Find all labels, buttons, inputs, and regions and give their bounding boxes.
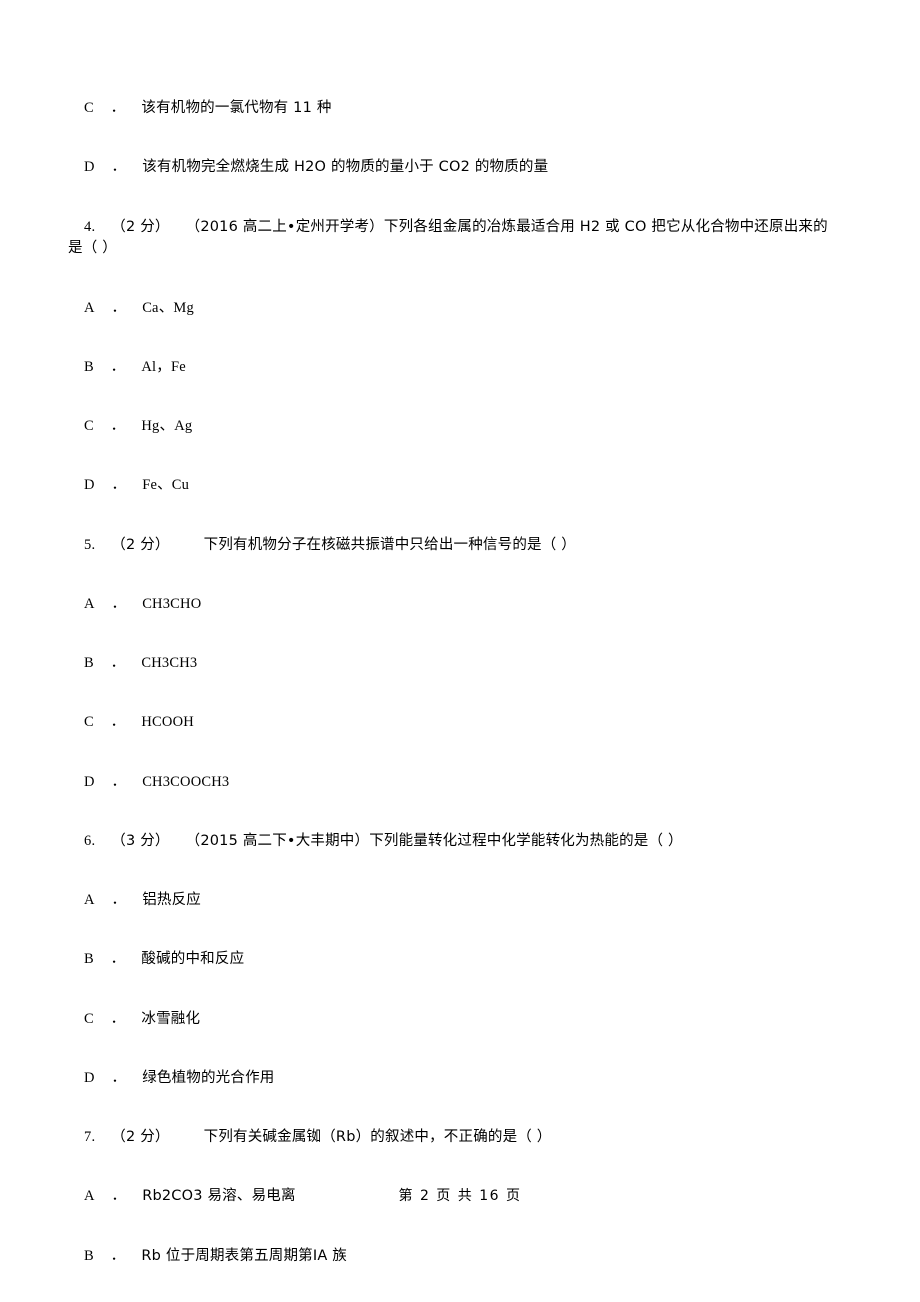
option-letter: C [84,1010,95,1027]
question-score: （2 分） [111,1129,170,1145]
option-item: C ．该有机物的一氯代物有 11 种 [84,100,332,116]
question-score: （2 分） [111,536,170,553]
option-text: HCOOH [141,714,194,731]
question-text: 下列有机物分子在核磁共振谱中只给出一种信号的是（ ） [203,536,576,553]
question-text: 下列有关碱金属铷（Rb）的叙述中，不正确的是（ ） [203,1129,552,1145]
question-number: 5. [84,536,96,553]
option-text: 酸碱的中和反应 [141,951,245,968]
document-body: C ．该有机物的一氯代物有 11 种 D ．该有机物完全燃烧生成 H2O 的物质的量… [68,98,874,1267]
option-letter: D [84,159,96,176]
option-item: C ． HCOOH [84,714,194,731]
question-text: 下列各组金属的冶炼最适合用 H2 或 CO 把它从化合物中还原出来的 [383,218,828,235]
question-text-cont: 是（ ） [68,240,117,257]
option-item: C ． Hg、Ag [84,418,193,434]
option-item: A ． CH3CHO [84,595,202,612]
question-source: （2015 高二下•大丰期中） [185,832,370,849]
option-text: 该有机物的一氯代物有 11 种 [141,100,332,116]
question-item: 4. （2 分） （2016 高二上•定州开学考）下列各组金属的冶炼最适合用 H2 … [68,217,874,261]
option-text: Al，Fe [141,358,186,375]
option-letter: C [84,714,95,731]
option-text: Rb 位于周期表第五周期第ⅠA 族 [141,1247,347,1264]
option-item: B ． Rb 位于周期表第五周期第ⅠA 族 [84,1247,347,1264]
option-text: 绿色植物的光合作用 [142,1069,275,1086]
question-item: 5. （2 分） 下列有机物分子在核磁共振谱中只给出一种信号的是（ ） [84,535,874,557]
option-letter: A [84,595,96,612]
option-text: CH3CHO [142,595,202,612]
option-item: A ．铝热反应 [84,892,201,908]
question-item: 7. （2 分） 下列有关碱金属铷（Rb）的叙述中，不正确的是（ ） [84,1127,874,1149]
option-letter: D [84,773,96,790]
option-item: C ．冰雪融化 [84,1010,201,1027]
option-text: CH3COOCH3 [142,773,230,790]
option-text: Fe、Cu [142,477,190,494]
page-footer: 第 2 页 共 16 页 [398,1188,522,1204]
document-page: C ．该有机物的一氯代物有 11 种 D ．该有机物完全燃烧生成 H2O 的物质的量… [0,0,920,1302]
option-letter: D [84,477,96,494]
option-item: B ． CH3CH3 [84,655,198,671]
question-number: 6. [84,832,96,849]
question-number: 7. [84,1129,96,1145]
question-item: 6. （3 分） （2015 高二下•大丰期中）下列能量转化过程中化学能转化为热能的… [84,831,874,853]
option-letter: B [84,655,95,671]
option-letter: A [84,892,96,908]
option-item: B ．酸碱的中和反应 [84,951,245,968]
option-text: CH3CH3 [141,655,198,671]
option-text: Hg、Ag [141,418,193,434]
option-text: 冰雪融化 [141,1010,201,1027]
option-letter: D [84,1069,96,1086]
question-score: （3 分） [111,832,170,849]
option-letter: B [84,1247,95,1264]
question-score: （2 分） [111,218,170,235]
option-item: D ． CH3COOCH3 [84,773,230,790]
option-text: Ca、Mg [142,299,194,316]
option-letter: A [84,299,96,316]
option-item: D ． Fe、Cu [84,477,190,494]
option-item: D ．绿色植物的光合作用 [84,1069,275,1086]
option-letter: C [84,418,95,434]
option-item: D ．该有机物完全燃烧生成 H2O 的物质的量小于 CO2 的物质的量 [84,159,549,176]
question-text: 下列能量转化过程中化学能转化为热能的是（ ） [369,832,683,849]
question-number: 4. [84,218,96,235]
option-letter: B [84,951,95,968]
option-text: 该有机物完全燃烧生成 H2O 的物质的量小于 CO2 的物质的量 [142,159,549,176]
option-item: B ． Al，Fe [84,358,186,375]
option-item: A ． Ca、Mg [84,299,194,316]
option-text: 铝热反应 [142,892,201,908]
option-letter: B [84,358,95,375]
question-source: （2016 高二上•定州开学考） [185,218,384,235]
option-letter: C [84,100,95,116]
